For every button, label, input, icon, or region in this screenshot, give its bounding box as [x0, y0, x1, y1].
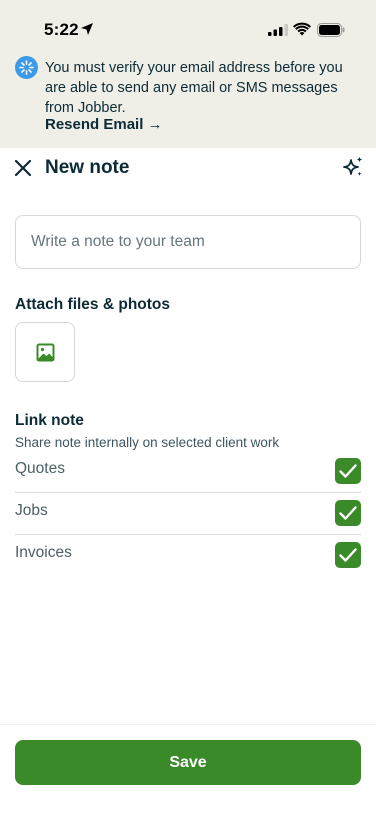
jobs-checkbox[interactable]: [335, 500, 361, 526]
verify-email-banner: You must verify your email address befor…: [0, 50, 376, 148]
location-arrow-icon: [81, 23, 93, 35]
divider: [15, 492, 361, 493]
attach-files-heading: Attach files & photos: [15, 296, 171, 313]
image-icon: [36, 343, 55, 362]
link-note-heading: Link note: [15, 412, 84, 429]
link-row-label: Quotes: [15, 460, 65, 477]
status-bar: 5:22: [0, 0, 376, 50]
note-input[interactable]: [15, 215, 361, 269]
close-icon[interactable]: [13, 158, 33, 178]
divider: [15, 534, 361, 535]
link-row-invoices[interactable]: Invoices: [15, 542, 361, 584]
status-time: 5:22: [44, 20, 79, 39]
link-row-label: Jobs: [15, 502, 48, 519]
link-note-subtitle: Share note internally on selected client…: [15, 435, 280, 450]
check-icon: [339, 464, 357, 478]
resend-email-link[interactable]: Resend Email →: [45, 116, 163, 133]
loading-icon: [15, 56, 38, 79]
quotes-checkbox[interactable]: [335, 458, 361, 484]
sparkle-icon[interactable]: [341, 155, 365, 179]
invoices-checkbox[interactable]: [335, 542, 361, 568]
check-icon: [339, 506, 357, 520]
save-button[interactable]: Save: [15, 740, 361, 785]
link-row-jobs[interactable]: Jobs: [15, 500, 361, 542]
link-row-label: Invoices: [15, 544, 72, 561]
link-row-quotes[interactable]: Quotes: [15, 458, 361, 500]
check-icon: [339, 548, 357, 562]
page-title: New note: [45, 157, 130, 178]
wifi-icon: [293, 22, 311, 36]
header: New note: [0, 148, 376, 192]
cellular-signal-icon: [268, 24, 288, 36]
battery-icon: [317, 23, 345, 37]
attach-photo-button[interactable]: [15, 322, 75, 382]
footer-divider: [0, 724, 376, 725]
banner-message: You must verify your email address befor…: [45, 60, 343, 116]
